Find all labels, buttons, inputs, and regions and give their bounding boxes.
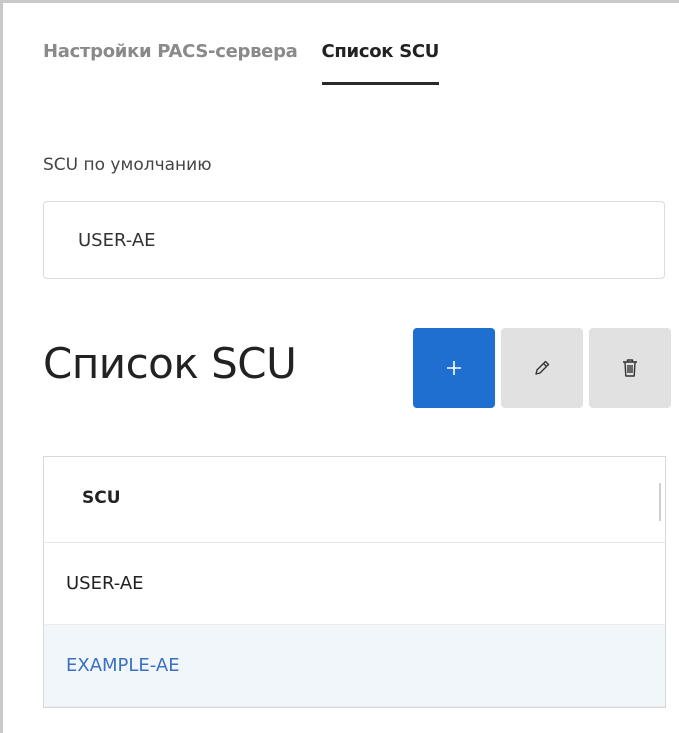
table-cell-scu: USER-AE: [66, 573, 144, 594]
default-scu-field[interactable]: [43, 201, 665, 279]
column-resize-handle[interactable]: [659, 483, 661, 521]
delete-scu-button[interactable]: [589, 328, 671, 408]
scu-toolbar: [413, 328, 671, 408]
table-row[interactable]: USER-AE: [44, 543, 665, 625]
scu-table: SCU USER-AE EXAMPLE-AE: [43, 456, 666, 708]
tab-bar: Настройки PACS-сервера Список SCU: [43, 41, 439, 85]
table-cell-scu: EXAMPLE-AE: [66, 655, 180, 676]
panel: Настройки PACS-сервера Список SCU SCU по…: [0, 0, 679, 733]
plus-icon: [447, 361, 461, 375]
column-header-scu[interactable]: SCU: [82, 488, 121, 508]
pencil-icon: [535, 360, 550, 375]
edit-scu-button[interactable]: [501, 328, 583, 408]
table-row-selected[interactable]: EXAMPLE-AE: [44, 625, 665, 707]
tab-pacs-settings[interactable]: Настройки PACS-сервера: [43, 41, 298, 82]
table-header: SCU: [44, 457, 665, 543]
add-scu-button[interactable]: [413, 328, 495, 408]
tab-scu-list[interactable]: Список SCU: [321, 41, 439, 85]
trash-icon: [623, 359, 637, 377]
default-scu-label: SCU по умолчанию: [43, 155, 212, 175]
scu-list-title: Список SCU: [43, 339, 297, 388]
default-scu-input[interactable]: [44, 202, 664, 278]
